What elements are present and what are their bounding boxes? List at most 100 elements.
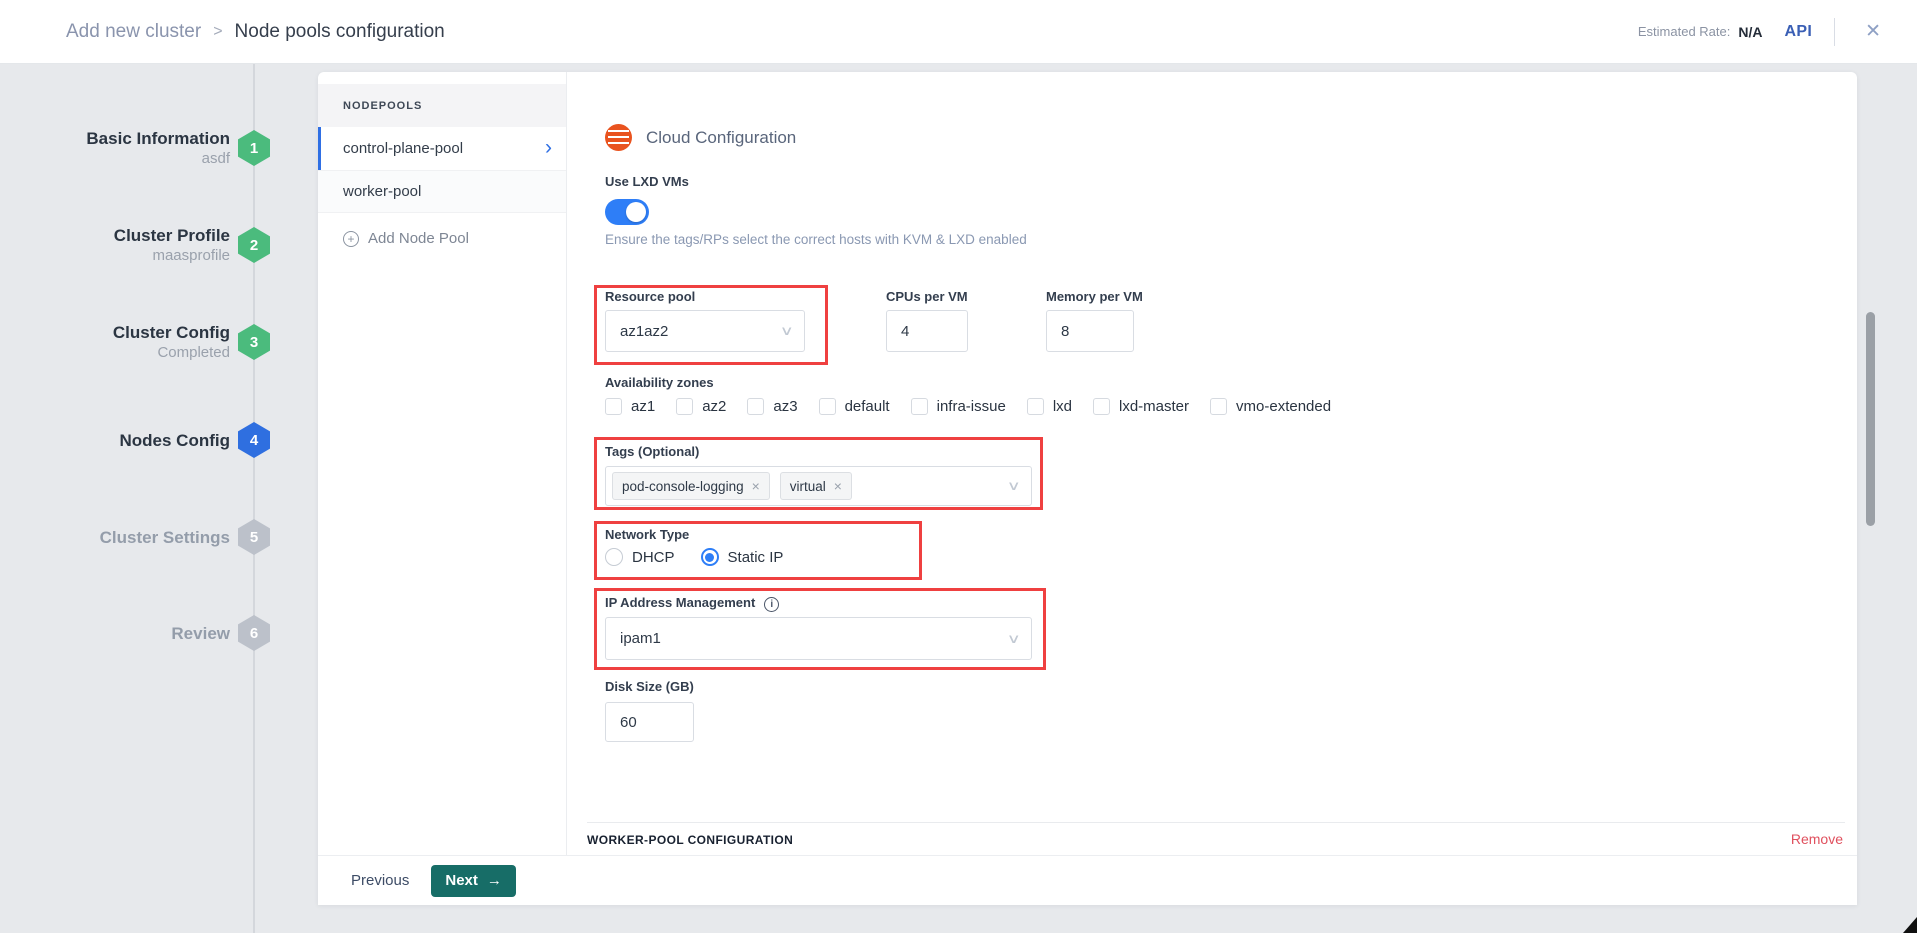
add-node-pool-button[interactable]: + Add Node Pool: [318, 230, 566, 247]
step-badge: 3: [238, 324, 270, 360]
tags-chip-list: pod-console-logging × virtual ×: [612, 472, 852, 500]
estimated-rate-label: Estimated Rate:: [1638, 24, 1731, 39]
radio-label: DHCP: [632, 549, 675, 566]
checkbox-icon: [1027, 398, 1044, 415]
chip-remove-icon[interactable]: ×: [752, 478, 760, 494]
ipam-label-text: IP Address Management: [605, 595, 755, 610]
section-divider: [587, 822, 1845, 823]
checkbox-icon: [1093, 398, 1110, 415]
stepper-step-cluster-config[interactable]: Cluster Config Completed 3: [0, 318, 290, 366]
use-lxd-vms-toggle[interactable]: [605, 199, 649, 225]
nodepools-header: NODEPOOLS: [318, 84, 566, 127]
node-pools-panel: NODEPOOLS control-plane-pool › worker-po…: [318, 72, 1857, 905]
checkbox-label: lxd: [1053, 398, 1072, 415]
wizard-body: Basic Information asdf 1 Cluster Profile…: [0, 64, 1917, 933]
cpus-input[interactable]: 4: [886, 310, 968, 352]
resource-pool-label: Resource pool: [605, 289, 695, 304]
worker-pool-section-title: WORKER-POOL CONFIGURATION: [587, 833, 793, 847]
disk-size-input[interactable]: 60: [605, 702, 694, 742]
info-icon[interactable]: i: [764, 597, 779, 612]
network-type-label: Network Type: [605, 527, 689, 542]
step-badge: 1: [238, 130, 270, 166]
nodepool-item-control-plane-pool[interactable]: control-plane-pool ›: [318, 127, 566, 170]
radio-dhcp[interactable]: DHCP: [605, 548, 675, 566]
checkbox-icon: [911, 398, 928, 415]
checkbox-label: az2: [702, 398, 726, 415]
checkbox-label: lxd-master: [1119, 398, 1189, 415]
checkbox-vmo-extended[interactable]: vmo-extended: [1210, 398, 1331, 415]
disk-size-label: Disk Size (GB): [605, 679, 694, 694]
step-title: Cluster Settings: [100, 527, 230, 548]
network-type-radio-group: DHCP Static IP: [605, 548, 783, 566]
tags-label: Tags (Optional): [605, 444, 699, 459]
cpus-label: CPUs per VM: [886, 289, 968, 304]
chevron-down-icon: ∨: [1007, 478, 1021, 494]
checkbox-label: infra-issue: [937, 398, 1006, 415]
checkbox-icon: [819, 398, 836, 415]
step-badge: 5: [238, 519, 270, 555]
maas-cloud-icon: [605, 124, 632, 151]
vertical-scrollbar-thumb[interactable]: [1866, 312, 1875, 526]
step-title: Basic Information: [86, 128, 230, 149]
step-subtitle: maasprofile: [152, 246, 230, 266]
header-divider: [1834, 18, 1835, 46]
breadcrumb: Add new cluster > Node pools configurati…: [66, 21, 445, 43]
stepper-step-nodes-config[interactable]: Nodes Config 4: [0, 416, 290, 464]
stepper-connector-line: [253, 64, 255, 933]
ipam-label: IP Address Management i: [605, 595, 779, 612]
top-bar: Add new cluster > Node pools configurati…: [0, 0, 1917, 64]
stepper-step-basic-information[interactable]: Basic Information asdf 1: [0, 124, 290, 172]
api-link[interactable]: API: [1785, 23, 1813, 41]
next-button[interactable]: Next →: [431, 865, 516, 897]
step-number: 5: [250, 529, 258, 546]
breadcrumb-add-new-cluster[interactable]: Add new cluster: [66, 21, 201, 43]
estimated-rate-value: N/A: [1738, 24, 1762, 40]
close-icon[interactable]: ✕: [1857, 16, 1889, 47]
tags-multiselect[interactable]: pod-console-logging × virtual × ∨: [605, 466, 1032, 506]
wizard-footer: Previous Next →: [318, 855, 1857, 905]
availability-zones-group: az1 az2 az3 default infra-issue lxd lxd-…: [605, 398, 1331, 415]
stepper-step-cluster-profile[interactable]: Cluster Profile maasprofile 2: [0, 221, 290, 269]
checkbox-az1[interactable]: az1: [605, 398, 655, 415]
section-header: Cloud Configuration: [605, 124, 796, 151]
previous-button[interactable]: Previous: [351, 872, 409, 889]
maas-icon-stripes: [608, 130, 629, 146]
step-badge: 2: [238, 227, 270, 263]
step-subtitle: asdf: [202, 149, 230, 169]
checkbox-default[interactable]: default: [819, 398, 890, 415]
stepper-step-cluster-settings[interactable]: Cluster Settings 5: [0, 513, 290, 561]
page-title: Node pools configuration: [235, 21, 445, 43]
step-number: 1: [250, 140, 258, 157]
checkbox-label: az3: [773, 398, 797, 415]
stepper-step-review[interactable]: Review 6: [0, 609, 290, 657]
checkbox-lxd[interactable]: lxd: [1027, 398, 1072, 415]
cloud-config-form: Cloud Configuration Use LXD VMs Ensure t…: [567, 72, 1857, 855]
radio-label: Static IP: [728, 549, 784, 566]
step-title: Cluster Config: [113, 322, 230, 343]
nodepool-label: worker-pool: [343, 183, 421, 200]
step-number: 4: [250, 432, 258, 449]
checkbox-lxd-master[interactable]: lxd-master: [1093, 398, 1189, 415]
radio-icon: [605, 548, 623, 566]
step-subtitle: Completed: [157, 343, 230, 363]
ipam-select[interactable]: ipam1 ∨: [605, 617, 1032, 660]
memory-input[interactable]: 8: [1046, 310, 1134, 352]
radio-static-ip[interactable]: Static IP: [701, 548, 784, 566]
memory-value: 8: [1061, 323, 1069, 340]
nodepool-item-worker-pool[interactable]: worker-pool: [318, 170, 566, 213]
checkbox-az2[interactable]: az2: [676, 398, 726, 415]
lxd-hint-text: Ensure the tags/RPs select the correct h…: [605, 232, 1027, 247]
step-badge: 6: [238, 615, 270, 651]
step-title: Review: [171, 623, 230, 644]
checkbox-az3[interactable]: az3: [747, 398, 797, 415]
chip-remove-icon[interactable]: ×: [834, 478, 842, 494]
checkbox-icon: [605, 398, 622, 415]
remove-worker-pool-link[interactable]: Remove: [1791, 831, 1843, 847]
checkbox-infra-issue[interactable]: infra-issue: [911, 398, 1006, 415]
resource-pool-select[interactable]: az1az2 ∨: [605, 310, 805, 352]
memory-label: Memory per VM: [1046, 289, 1143, 304]
nodepools-sidebar: NODEPOOLS control-plane-pool › worker-po…: [318, 72, 567, 855]
cpus-value: 4: [901, 323, 909, 340]
step-title: Cluster Profile: [114, 225, 230, 246]
ipam-value: ipam1: [620, 630, 661, 647]
